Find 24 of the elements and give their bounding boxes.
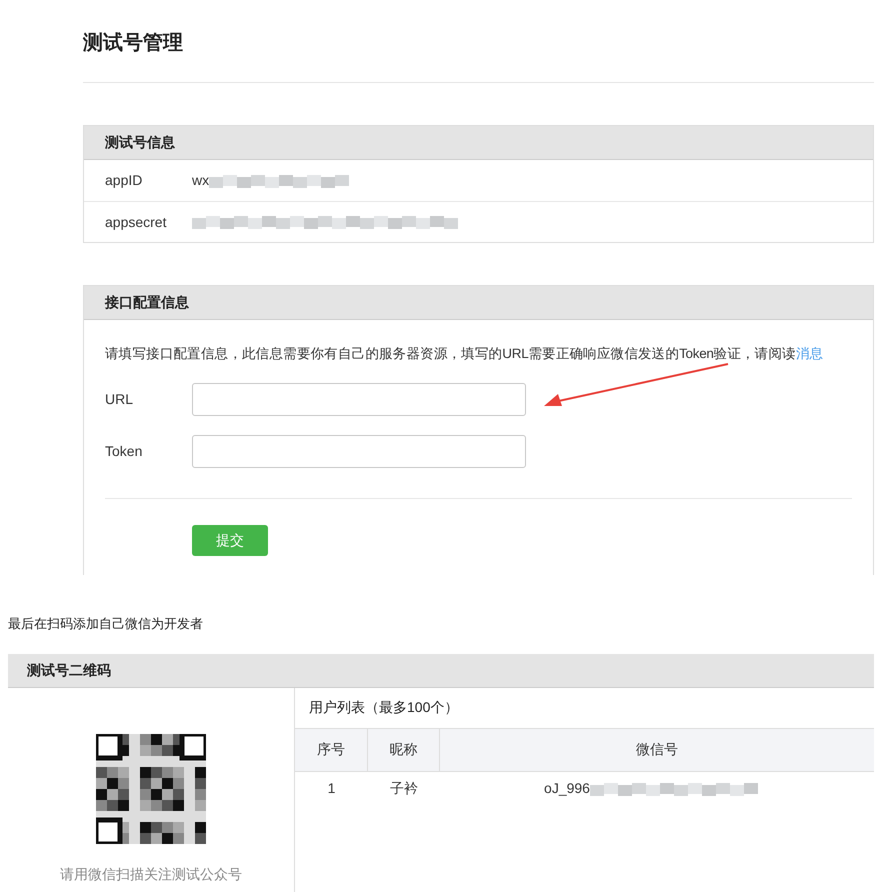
qr-code-icon — [96, 734, 206, 844]
field-label: Token — [105, 442, 144, 462]
intro-text: 请填写接口配置信息，此信息需要你有自己的服务器资源，填写的URL需要正确响应微信发送的Token验证，请阅读消息 — [105, 345, 824, 363]
submit-button[interactable]: 提交 — [192, 525, 268, 556]
column-header: 序号 — [295, 728, 368, 770]
column-header: 微信号 — [635, 740, 679, 759]
panel-title: 接口配置信息 — [105, 293, 189, 312]
page-title: 测试号管理 — [83, 31, 184, 56]
qr-hint: 请用微信扫描关注测试公众号 — [60, 864, 242, 884]
field-label: appID — [105, 171, 144, 190]
table-cell-text: 1 — [326, 779, 336, 798]
field-label: URL — [105, 390, 134, 410]
input-field[interactable] — [192, 435, 526, 468]
user-list-title: 用户列表（最多100个） — [308, 698, 460, 717]
table-cell-text: 子衿 — [389, 779, 419, 798]
field-value: wx — [192, 171, 210, 190]
input-field[interactable] — [192, 383, 526, 416]
guide-link[interactable]: 消息 — [796, 346, 824, 361]
column-header: 昵称 — [368, 728, 440, 770]
table-cell-text: oJ_996 — [544, 779, 590, 798]
field-label: appsecret — [105, 212, 168, 232]
caption-text: 最后在扫码添加自己微信为开发者 — [8, 615, 204, 633]
panel-title: 测试号信息 — [105, 133, 175, 152]
panel-title: 测试号二维码 — [27, 660, 111, 680]
